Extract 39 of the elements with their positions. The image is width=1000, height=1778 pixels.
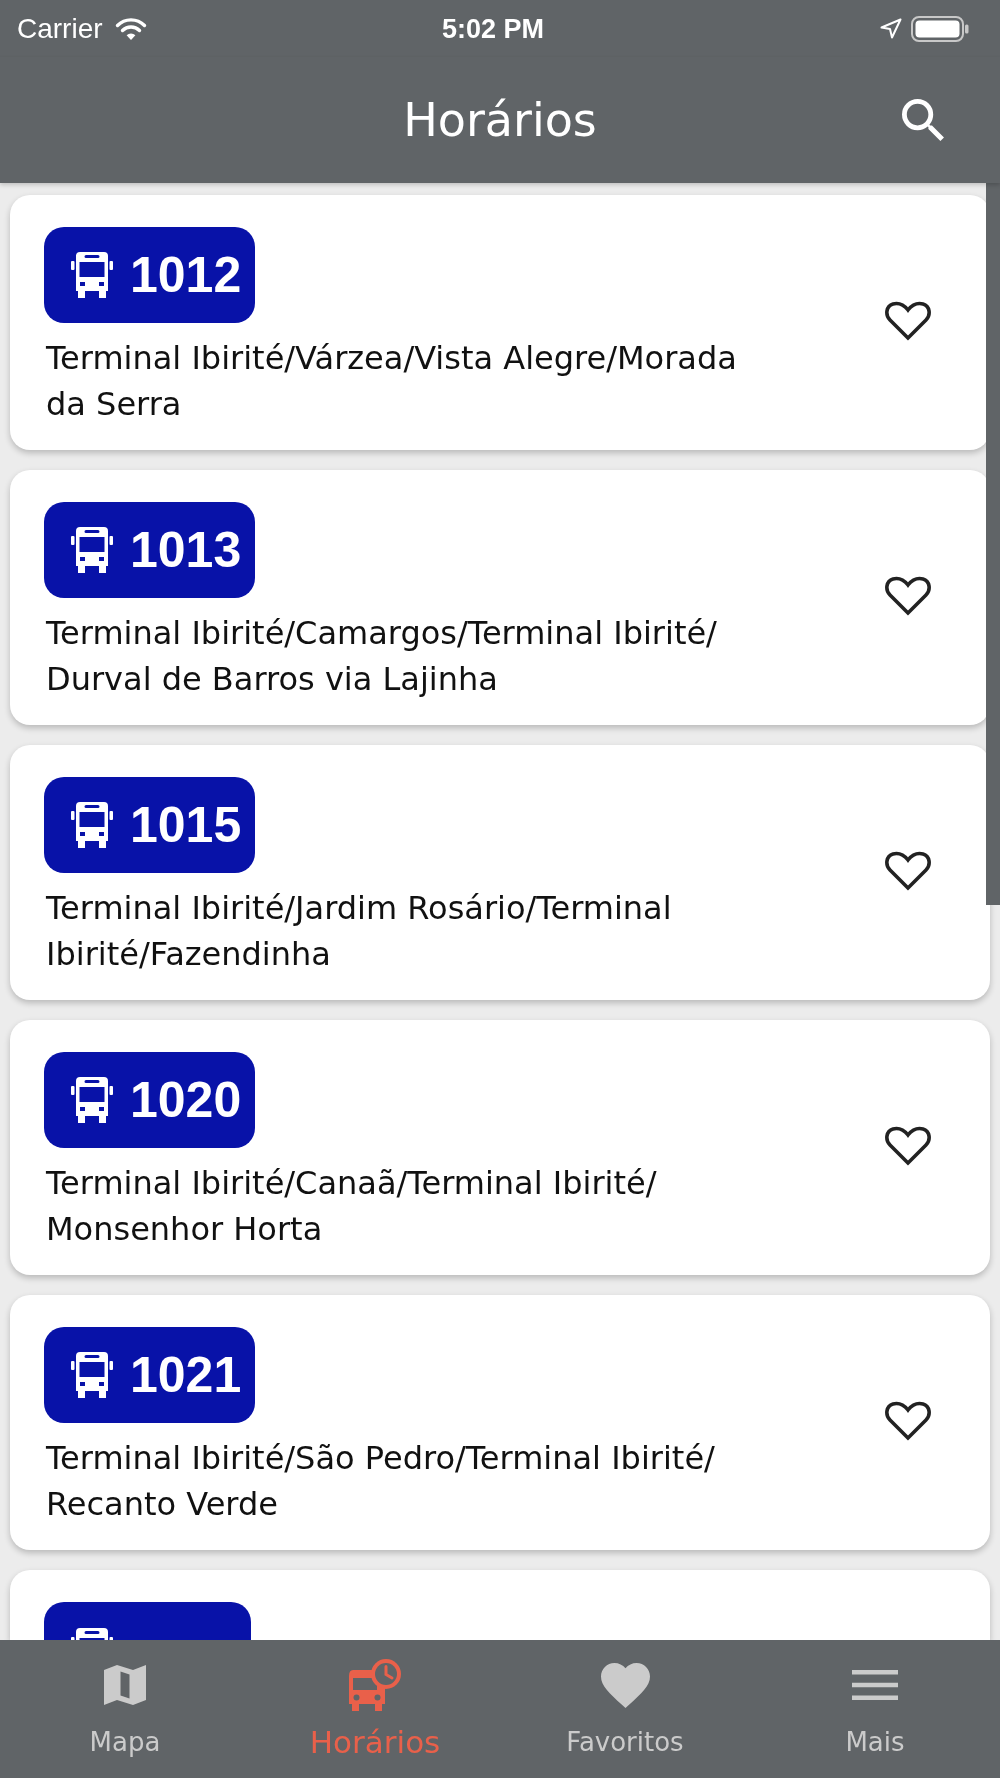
bus-icon: [71, 1077, 113, 1123]
menu-icon: [852, 1670, 898, 1700]
route-description: Terminal Ibirité/Canaã/Terminal Ibirité/Monsenhor Horta: [46, 1163, 658, 1250]
route-description: Terminal Ibirité/Várzea/Vista Alegre/Morada da Serra: [46, 338, 738, 425]
route-description: Terminal Ibirité/Jardim Rosário/Terminal Ibirité/Fazendinha: [46, 888, 673, 975]
route-number: 1015: [130, 800, 242, 850]
bus-icon: [71, 527, 113, 573]
route-card[interactable]: 1015 Terminal Ibirité/Jardim Rosário/Terminal Ibirité/Fazendinha: [10, 745, 990, 1000]
bus-icon: [71, 1352, 113, 1398]
bus-icon: [71, 252, 113, 298]
heart-icon[interactable]: [884, 1125, 932, 1167]
route-card[interactable]: [10, 1570, 990, 1640]
tab[interactable]: Favoritos: [500, 1640, 750, 1778]
location-arrow-icon: [880, 18, 902, 39]
bus-icon: [71, 1628, 113, 1640]
map-icon: [102, 1662, 148, 1708]
heart-icon[interactable]: [884, 575, 932, 617]
route-description: Terminal Ibirité/São Pedro/Terminal Ibirité/Recanto Verde: [46, 1438, 716, 1525]
heart-icon[interactable]: [884, 850, 932, 892]
bus-clock-icon: [348, 1658, 402, 1712]
wifi-icon: [114, 16, 147, 41]
route-card[interactable]: 1021 Terminal Ibirité/São Pedro/Terminal Ibirité/Recanto Verde: [10, 1295, 990, 1550]
heart-icon: [600, 1662, 650, 1708]
route-number: 1021: [130, 1350, 242, 1400]
tab[interactable]: Mapa: [0, 1640, 250, 1778]
screen-title: Horários: [403, 92, 597, 149]
route-number: 1012: [130, 250, 242, 300]
search-icon[interactable]: [902, 99, 944, 141]
tab[interactable]: Mais: [750, 1640, 1000, 1778]
bus-icon: [71, 802, 113, 848]
status-time: 5:02 PM: [441, 12, 544, 46]
carrier-name: Carrier: [17, 11, 103, 46]
route-description: Terminal Ibirité/Camargos/Terminal Ibirité/Durval de Barros via Lajinha: [46, 613, 718, 700]
battery-icon: [911, 15, 969, 42]
route-number: 1013: [130, 525, 242, 575]
heart-icon[interactable]: [884, 1400, 932, 1442]
heart-icon[interactable]: [884, 300, 932, 342]
route-card[interactable]: 1020 Terminal Ibirité/Canaã/Terminal Ibirité/Monsenhor Horta: [10, 1020, 990, 1275]
route-number: 1020: [130, 1075, 242, 1125]
